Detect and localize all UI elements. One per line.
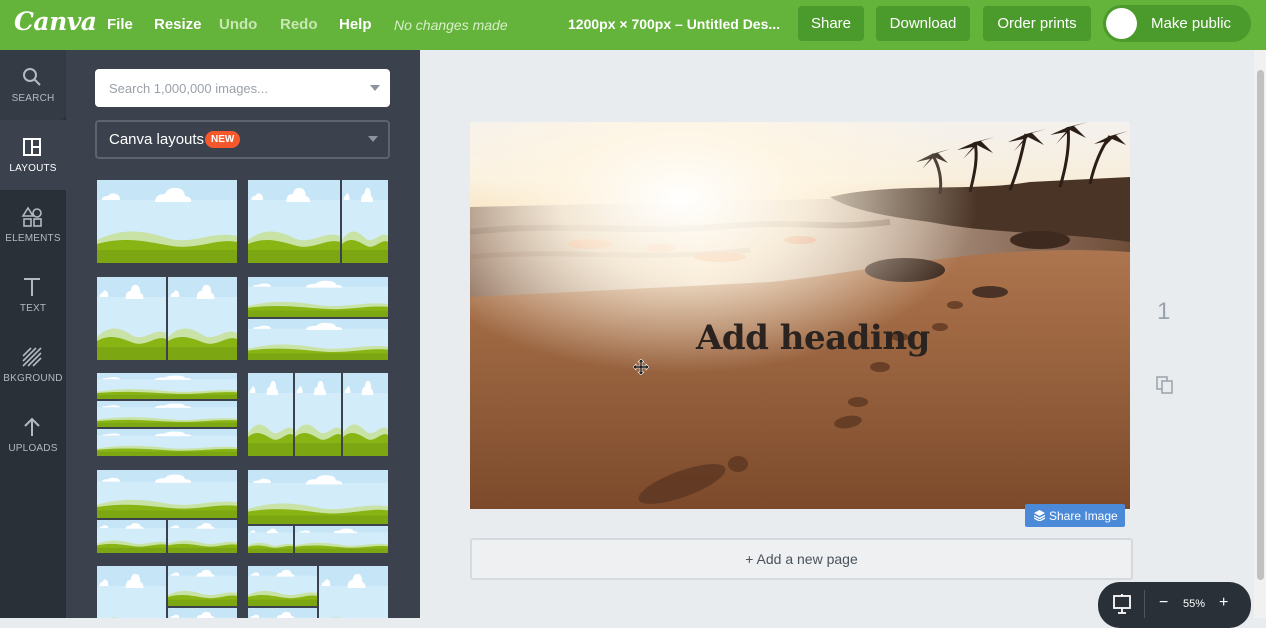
scrollbar-thumb[interactable] <box>1257 70 1264 580</box>
move-cursor-icon <box>633 359 649 375</box>
copy-page-icon[interactable] <box>1155 375 1175 395</box>
landscape-icon <box>248 566 388 618</box>
layout-category-select[interactable]: Canva layouts NEW <box>95 120 390 159</box>
zoom-divider <box>1144 590 1145 618</box>
toggle-knob <box>1106 8 1137 39</box>
new-badge: NEW <box>205 131 241 148</box>
rail-label: SEARCH <box>11 93 55 104</box>
landscape-icon <box>97 277 237 360</box>
document-title[interactable]: 1200px × 700px – Untitled Des... <box>568 16 788 32</box>
layouts-panel: Canva layouts NEW <box>66 50 420 618</box>
rail-item-elements[interactable]: ELEMENTS <box>0 190 66 260</box>
order-prints-button[interactable]: Order prints <box>983 6 1091 41</box>
layouts-icon <box>23 138 41 156</box>
zoom-out-button[interactable]: − <box>1159 594 1168 612</box>
landscape-icon <box>97 373 237 456</box>
image-search-input[interactable] <box>95 69 365 107</box>
layout-thumbnail-2[interactable] <box>248 180 388 263</box>
menu-redo[interactable]: Redo <box>280 16 318 33</box>
layout-thumbnail-8[interactable] <box>248 470 388 553</box>
elements-icon <box>21 206 42 227</box>
landscape-icon <box>248 277 388 360</box>
layout-thumbnail-9[interactable] <box>97 566 237 618</box>
rail-item-background[interactable]: BKGROUND <box>0 330 66 400</box>
download-button[interactable]: Download <box>876 6 970 41</box>
present-icon[interactable] <box>1111 593 1133 615</box>
search-icon <box>23 68 41 86</box>
menu-help[interactable]: Help <box>339 16 372 33</box>
rail-item-search[interactable]: SEARCH <box>0 50 66 120</box>
heading-text[interactable]: Add heading <box>696 318 930 358</box>
layout-thumbnail-5[interactable] <box>97 373 237 456</box>
top-bar: Canva File Resize Undo Redo Help No chan… <box>0 0 1266 50</box>
layers-icon <box>1034 510 1045 521</box>
menu-resize[interactable]: Resize <box>154 16 202 33</box>
zoom-level[interactable]: 55% <box>1183 598 1205 610</box>
share-image-label: Share Image <box>1049 509 1118 523</box>
add-new-page-button[interactable]: + Add a new page <box>470 538 1133 580</box>
rail-label: LAYOUTS <box>9 163 57 174</box>
canva-logo[interactable]: Canva <box>14 7 97 36</box>
landscape-icon <box>97 180 237 263</box>
menu-undo[interactable]: Undo <box>219 16 257 33</box>
make-public-label: Make public <box>1151 15 1232 32</box>
layout-thumbnail-4[interactable] <box>248 277 388 360</box>
save-status: No changes made <box>394 17 508 33</box>
layout-thumbnail-3[interactable] <box>97 277 237 360</box>
rail-label: TEXT <box>19 303 47 314</box>
layout-category-label: Canva layouts <box>109 131 205 148</box>
rail-label: UPLOADS <box>8 443 58 454</box>
rail-item-text[interactable]: TEXT <box>0 260 66 330</box>
design-page[interactable] <box>470 122 1130 509</box>
chevron-down-icon[interactable] <box>370 85 380 91</box>
rail-item-layouts[interactable]: LAYOUTS <box>0 120 66 190</box>
zoom-in-button[interactable]: + <box>1219 594 1228 612</box>
landscape-icon <box>97 470 237 553</box>
zoom-bar: − 55% + <box>1098 582 1251 628</box>
chevron-down-icon <box>368 136 378 142</box>
make-public-toggle[interactable]: Make public <box>1103 5 1251 42</box>
share-button[interactable]: Share <box>798 6 864 41</box>
rail-label: BKGROUND <box>3 373 63 384</box>
layout-thumbnail-6[interactable] <box>248 373 388 456</box>
layout-thumbnail-7[interactable] <box>97 470 237 553</box>
page-number: 1 <box>1157 298 1171 325</box>
landscape-icon <box>248 373 388 456</box>
landscape-icon <box>248 180 388 263</box>
upload-icon <box>24 417 40 436</box>
landscape-icon <box>248 470 388 553</box>
background-icon <box>22 347 42 367</box>
rail-label: ELEMENTS <box>5 233 61 244</box>
layout-thumbnail-1[interactable] <box>97 180 237 263</box>
share-image-button[interactable]: Share Image <box>1025 504 1125 527</box>
layout-thumbnail-10[interactable] <box>248 566 388 618</box>
image-search[interactable] <box>95 69 390 107</box>
left-rail: SEARCH LAYOUTS ELEMENTS TEXT BKGROUND UP… <box>0 50 66 618</box>
menu-file[interactable]: File <box>107 16 133 33</box>
beach-photo[interactable] <box>470 122 1130 509</box>
landscape-icon <box>97 566 237 618</box>
text-icon <box>24 278 40 296</box>
rail-item-uploads[interactable]: UPLOADS <box>0 400 66 470</box>
